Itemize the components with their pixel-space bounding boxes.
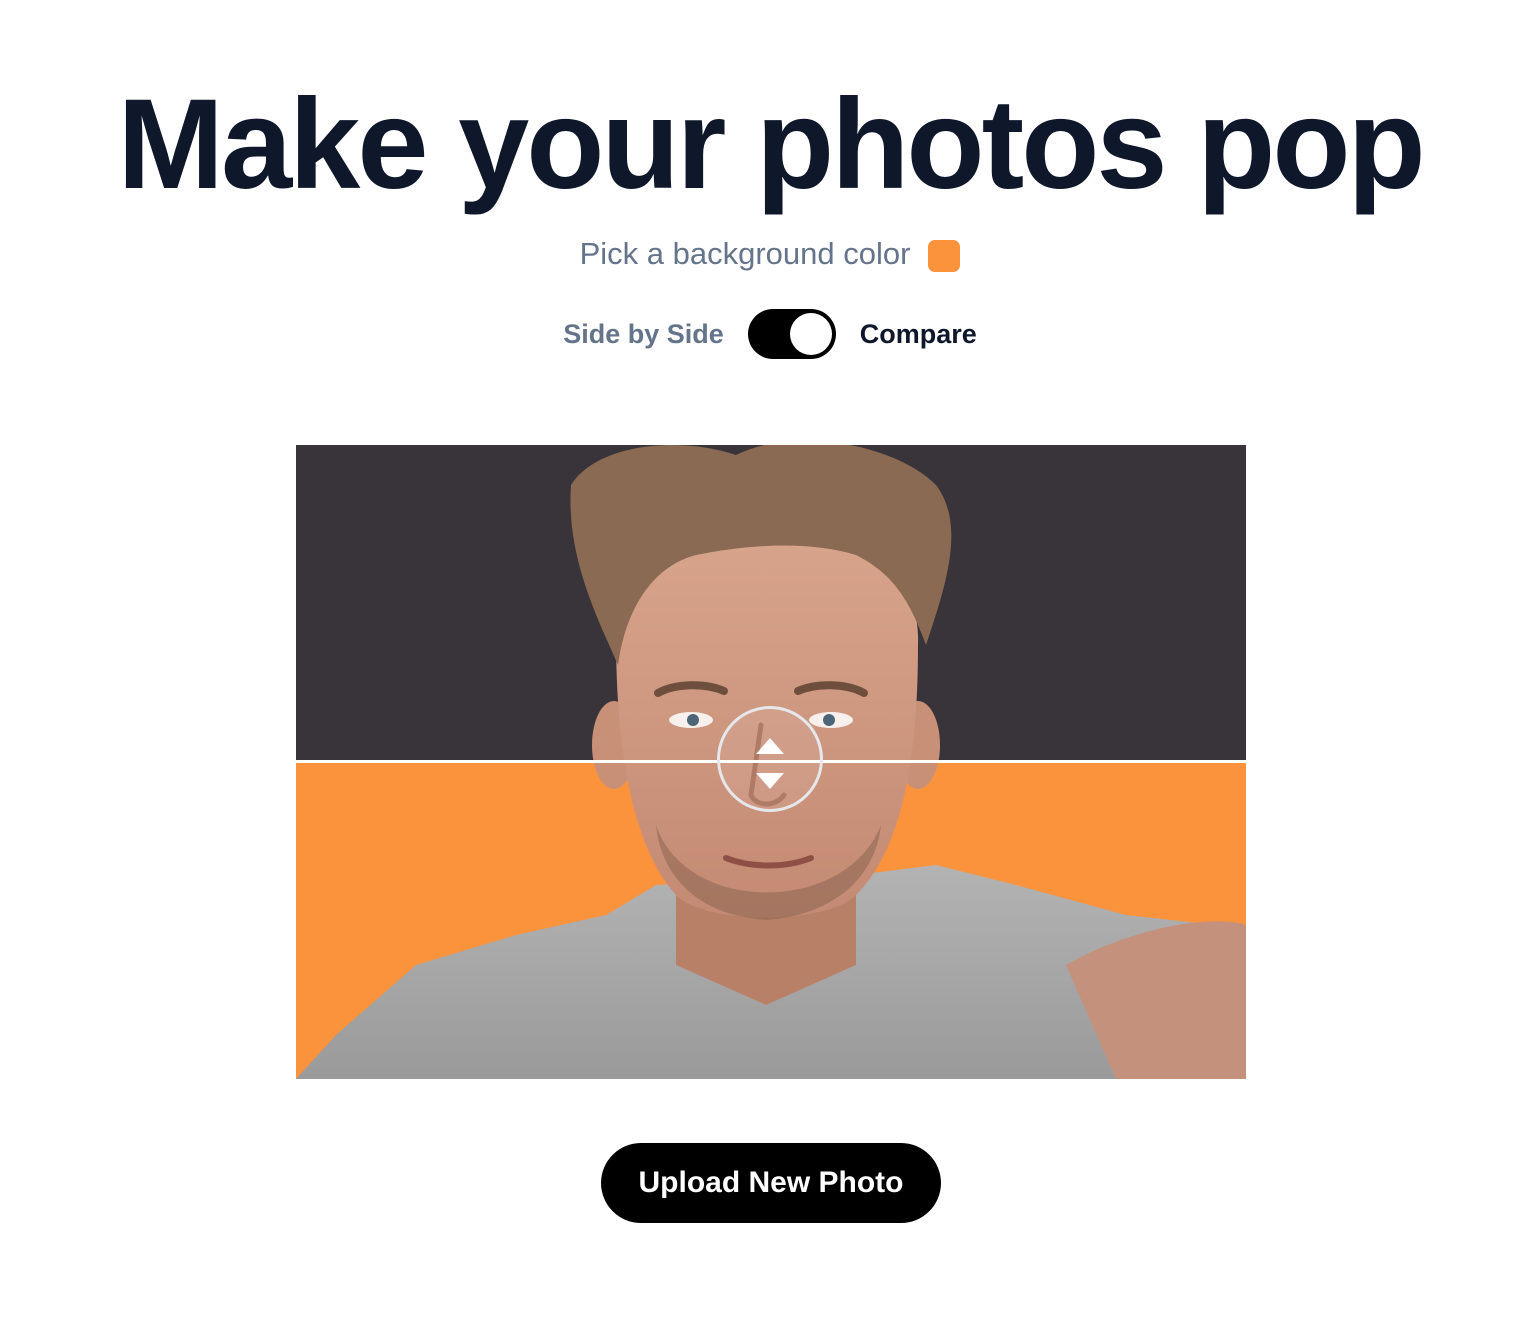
page: Make your photos pop Pick a background c… — [0, 0, 1540, 1334]
comparison-slider-handle[interactable] — [717, 706, 823, 812]
side-by-side-label[interactable]: Side by Side — [563, 319, 724, 350]
view-mode-toggle[interactable] — [747, 309, 836, 359]
view-mode-switch: Side by Side Compare — [0, 308, 1540, 360]
upload-new-photo-button[interactable]: Upload New Photo — [601, 1143, 941, 1223]
toggle-knob — [789, 313, 832, 355]
color-picker-label: Pick a background color — [579, 236, 911, 271]
compare-label[interactable]: Compare — [860, 319, 977, 350]
before-after-comparison[interactable] — [296, 445, 1246, 1079]
background-color-picker: Pick a background color — [0, 234, 1540, 274]
page-title: Make your photos pop — [117, 73, 1425, 216]
color-swatch-button[interactable] — [928, 240, 961, 272]
up-down-arrows-icon — [756, 738, 784, 789]
